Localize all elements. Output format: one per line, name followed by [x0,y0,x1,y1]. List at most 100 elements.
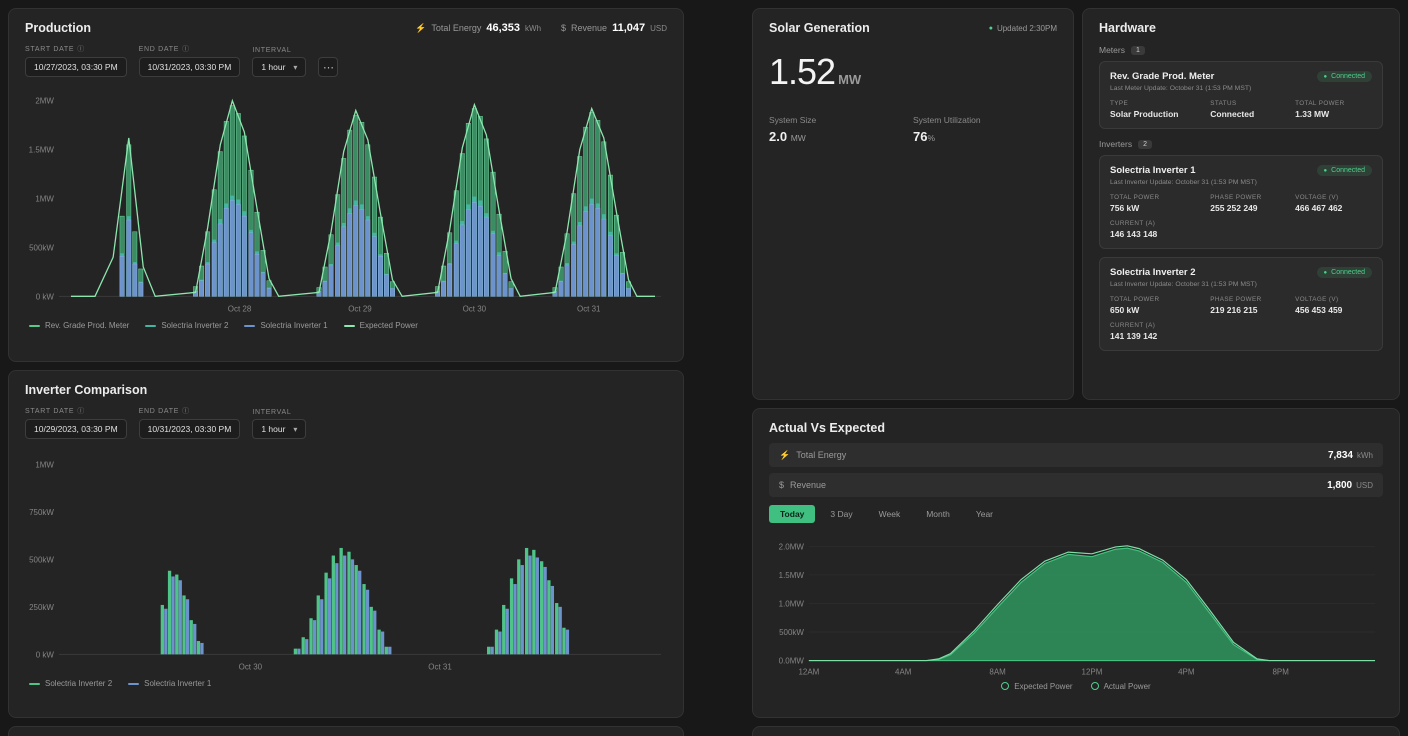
start-date-input[interactable]: 10/27/2023, 03:30 PM [25,57,127,77]
production-title: Production [25,21,91,35]
tab-week[interactable]: Week [868,505,912,523]
status-badge: ●Connected [1317,165,1372,176]
tab-today[interactable]: Today [769,505,815,523]
svg-text:2MW: 2MW [35,97,54,106]
end-date-label: End Date [139,408,179,415]
interval-label: Interval [252,409,291,416]
actual-vs-expected-header: Actual Vs Expected [769,421,1383,435]
dollar-icon: $ [561,23,566,33]
field-total-power: Total Power756 kW [1110,194,1202,213]
legend-swatch [128,683,139,686]
status-dot-icon: ● [1324,270,1328,276]
legend-item-actual-power[interactable]: Actual Power [1091,682,1151,691]
legend-item-expected-power[interactable]: Expected Power [344,321,418,330]
device-card-rev-grade-prod-meter: Rev. Grade Prod. Meter●ConnectedLast Met… [1099,61,1383,129]
current-generation: 1.52MW [769,51,1057,93]
field-label: Status [1210,100,1287,107]
field-label: Total Power [1295,100,1372,107]
field-current-a: Current (A)146 143 148 [1110,220,1202,239]
legend-label: Actual Power [1104,682,1151,691]
end-date-input[interactable]: 10/31/2023, 03:30 PM [139,57,241,77]
more-options-button[interactable]: ⋯ [318,57,338,77]
legend-item-rev-grade-prod-meter[interactable]: Rev. Grade Prod. Meter [29,321,129,330]
production-controls: Start Date ⓘ 10/27/2023, 03:30 PM End Da… [25,44,667,77]
field-value: 466 467 462 [1295,203,1372,213]
svg-text:1.0MW: 1.0MW [779,599,805,608]
interval-field: Interval 1 hour ▾ [252,409,306,439]
field-value: 255 252 249 [1210,203,1287,213]
system-size-unit: MW [791,133,806,143]
current-generation-unit: MW [838,72,861,87]
interval-field: Interval 1 hour ▾ [252,47,306,77]
field-phase-power: Phase Power255 252 249 [1210,194,1287,213]
svg-text:0 kW: 0 kW [36,292,55,301]
device-updated: Last Inverter Update: October 31 (1:53 P… [1110,281,1372,288]
production-header-stats: ⚡Total Energy46,353kWh$Revenue11,047USD [415,22,667,34]
summary-row-total-energy: ⚡Total Energy7,834kWh [769,443,1383,467]
row-value: 7,834 [1328,450,1353,461]
interval-select[interactable]: 1 hour ▾ [252,419,306,439]
stat-label: Total Energy [431,23,481,33]
info-icon: ⓘ [77,44,85,54]
actual-vs-expected-chart: 2.0MW1.5MW1.0MW500kW0.0MW12AM4AM8AM12PM4… [769,527,1383,679]
stat-value: 11,047 [612,22,645,34]
legend-item-solectria-inverter-2[interactable]: Solectria Inverter 2 [145,321,228,330]
count-badge: 1 [1131,46,1145,55]
section-label: Inverters [1099,139,1132,149]
system-size-label: System Size [769,115,913,125]
svg-text:1.5MW: 1.5MW [779,571,805,580]
actual-vs-expected-legend: Expected Power Actual Power [769,682,1383,691]
hardware-header: Hardware [1099,21,1383,35]
system-size-stat: System Size 2.0 MW [769,115,913,144]
legend-item-solectria-inverter-1[interactable]: Solectria Inverter 1 [244,321,327,330]
production-panel: Production ⚡Total Energy46,353kWh$Revenu… [8,8,684,362]
status-label: Connected [1331,269,1365,276]
start-date-label: Start Date [25,408,74,415]
field-phase-power: Phase Power219 216 215 [1210,296,1287,315]
tab-3-day[interactable]: 3 Day [819,505,863,523]
system-size-value: 2.0 [769,129,787,144]
svg-text:2.0MW: 2.0MW [779,542,805,551]
svg-text:250kW: 250kW [29,603,54,612]
end-date-input[interactable]: 10/31/2023, 03:30 PM [139,419,241,439]
field-label: Voltage (V) [1295,194,1372,201]
section-inverters: Inverters2 [1099,139,1383,149]
field-value: Solar Production [1110,109,1202,119]
stat-unit: kWh [525,24,541,33]
field-type: TypeSolar Production [1110,100,1202,119]
period-tabs: Today3 Day WeekMonthYear [769,505,1383,523]
legend-swatch [29,325,40,328]
info-icon: ⓘ [182,44,190,54]
legend-swatch [344,325,355,328]
legend-label: Rev. Grade Prod. Meter [45,321,129,330]
legend-item-expected-power[interactable]: Expected Power [1001,682,1072,691]
total-energy-stat: ⚡Total Energy46,353kWh [415,22,541,34]
end-date-label: End Date [139,46,179,53]
row-label: Revenue [790,480,826,490]
comparison-controls: Start Date ⓘ 10/29/2023, 03:30 PM End Da… [25,406,667,439]
start-date-field: Start Date ⓘ 10/29/2023, 03:30 PM [25,406,127,439]
field-value: 650 kW [1110,305,1202,315]
legend-item-solectria-inverter-1[interactable]: Solectria Inverter 1 [128,679,211,688]
production-chart-area: 2MW1.5MW1MW500kW0 kWOct 28Oct 29Oct 30Oc… [25,81,667,318]
stat-value: 46,353 [486,22,520,34]
svg-text:1.5MW: 1.5MW [29,146,55,155]
field-value: 456 453 459 [1295,305,1372,315]
row-unit: USD [1356,481,1373,490]
hardware-device-list: Meters1Rev. Grade Prod. Meter●ConnectedL… [1099,45,1383,351]
legend-label: Solectria Inverter 1 [260,321,327,330]
tab-month[interactable]: Month [915,505,961,523]
solar-dashboard: Production ⚡ Total Energy 46,353 kWh $ Revenu… [0,0,1408,736]
field-value: 219 216 215 [1210,305,1287,315]
start-date-input[interactable]: 10/29/2023, 03:30 PM [25,419,127,439]
field-label: Current (A) [1110,322,1202,329]
legend-swatch [145,325,156,328]
inverter-comparison-chart: 1MW750kW500kW250kW0 kWOct 30Oct 31 [25,443,667,676]
interval-select[interactable]: 1 hour ▾ [252,57,306,77]
svg-text:Oct 29: Oct 29 [348,304,372,313]
legend-item-solectria-inverter-2[interactable]: Solectria Inverter 2 [29,679,112,688]
field-value: 146 143 148 [1110,229,1202,239]
tab-year[interactable]: Year [965,505,1004,523]
status-dot-icon: ● [1324,168,1328,174]
bolt-icon: ⚡ [779,450,790,461]
